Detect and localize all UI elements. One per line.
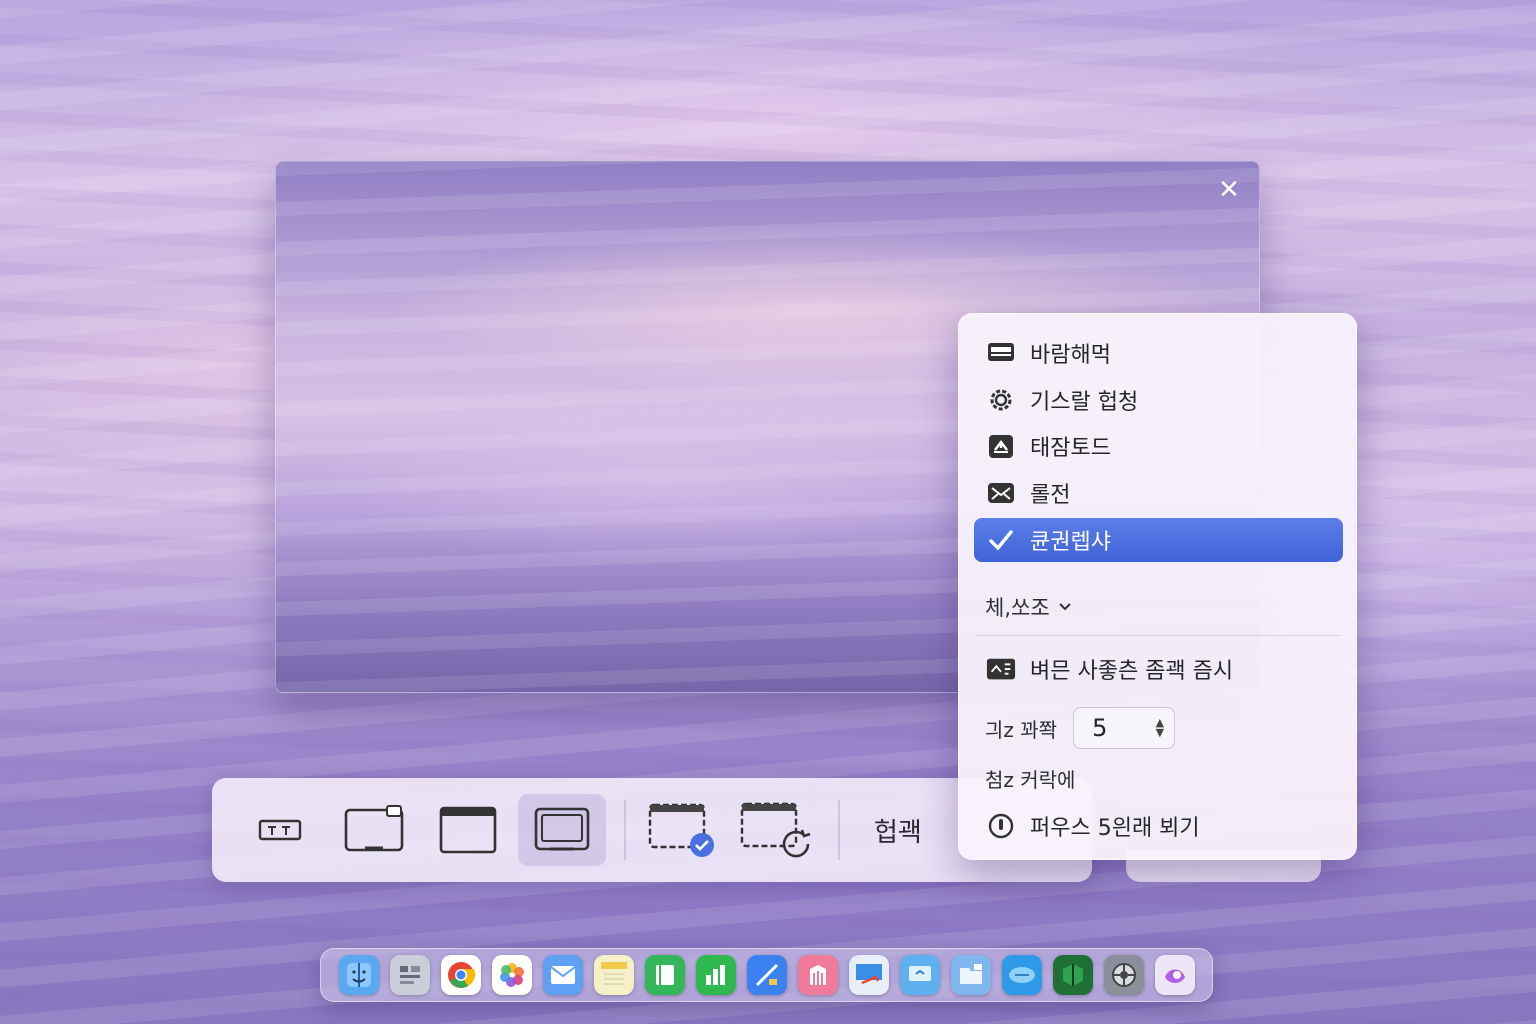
- record-selection-button[interactable]: [732, 794, 820, 866]
- record-screen-button[interactable]: [638, 794, 726, 866]
- files-icon[interactable]: [950, 955, 991, 995]
- selection-icon: [258, 819, 302, 841]
- window-capture-icon: [344, 805, 404, 852]
- dock: [320, 948, 1213, 1002]
- notes-icon[interactable]: [593, 955, 634, 995]
- checkmark-icon: [986, 525, 1016, 555]
- toolbar-separator: [838, 800, 840, 860]
- toolbar-separator: [624, 800, 626, 860]
- close-icon[interactable]: ✕: [1215, 176, 1243, 204]
- messages-icon[interactable]: [1001, 955, 1042, 995]
- chevron-down-icon: [1058, 603, 1071, 611]
- menu-item-save-desktop[interactable]: 바람해먹: [974, 331, 1343, 375]
- photos-icon[interactable]: [491, 955, 532, 995]
- mail-icon: [986, 478, 1016, 508]
- keynote-icon[interactable]: [746, 955, 787, 995]
- portion-capture-icon: [534, 807, 590, 851]
- screen-sharing-icon[interactable]: [899, 955, 940, 995]
- menu-item-mail[interactable]: 롤전: [974, 471, 1343, 515]
- timer-row: 긔z 꽈쫙 5 ▲ ▼: [985, 707, 1176, 749]
- capture-screen-button[interactable]: [424, 794, 512, 866]
- arc-icon[interactable]: [1154, 955, 1195, 995]
- menu-item-preview[interactable]: 큔권렙샤: [974, 518, 1343, 562]
- system-settings-icon[interactable]: [1103, 955, 1144, 995]
- pages-icon[interactable]: [797, 955, 838, 995]
- launchpad-icon[interactable]: [389, 955, 430, 995]
- options-button[interactable]: 헙괙: [874, 812, 922, 849]
- books-icon[interactable]: [644, 955, 685, 995]
- desktop-icon: [986, 338, 1016, 368]
- mouse-pointer-icon: [986, 811, 1016, 841]
- other-location-dropdown[interactable]: 체,쏘조: [985, 592, 1072, 622]
- menu-item-clipboard[interactable]: 태잠토드: [974, 424, 1343, 468]
- stepper-arrows-icon[interactable]: ▲ ▼: [1156, 717, 1164, 738]
- mail-icon[interactable]: [542, 955, 583, 995]
- record-selection-icon: [740, 802, 811, 858]
- capture-window-button[interactable]: [330, 794, 418, 866]
- chrome-icon[interactable]: [440, 955, 481, 995]
- options-menu: 바람해먹 기스랄 헙청 태잠토드 롤전 큔권렙샤 체,쏘조 벼믄 사좋츤 좀괙 …: [958, 313, 1357, 860]
- finder-icon[interactable]: [338, 955, 379, 995]
- clipboard-icon: [986, 431, 1016, 461]
- numbers-icon[interactable]: [695, 955, 736, 995]
- timer-label: 긔z 꽈쫙: [985, 717, 1058, 742]
- capture-portion-button[interactable]: [518, 794, 606, 866]
- gear-icon: [986, 385, 1016, 415]
- preview-icon[interactable]: [848, 955, 889, 995]
- menu-item-settings[interactable]: 기스랄 헙청: [974, 378, 1343, 422]
- thumbnail-icon: [986, 654, 1016, 684]
- timer-stepper[interactable]: 5 ▲ ▼: [1073, 707, 1176, 749]
- menu-divider: [975, 635, 1341, 636]
- menu-item-show-mouse[interactable]: 퍼우스 5읜래 뵈기: [974, 804, 1343, 848]
- record-screen-icon: [648, 803, 714, 857]
- menu-item-show-thumbnail[interactable]: 벼믄 사좋츤 좀괙 즘시: [974, 647, 1343, 691]
- app-green-icon[interactable]: [1052, 955, 1093, 995]
- screen-capture-icon: [439, 806, 497, 854]
- capture-selection-button[interactable]: [236, 794, 324, 866]
- menu-item-remember[interactable]: 첨z 커락에: [985, 764, 1075, 793]
